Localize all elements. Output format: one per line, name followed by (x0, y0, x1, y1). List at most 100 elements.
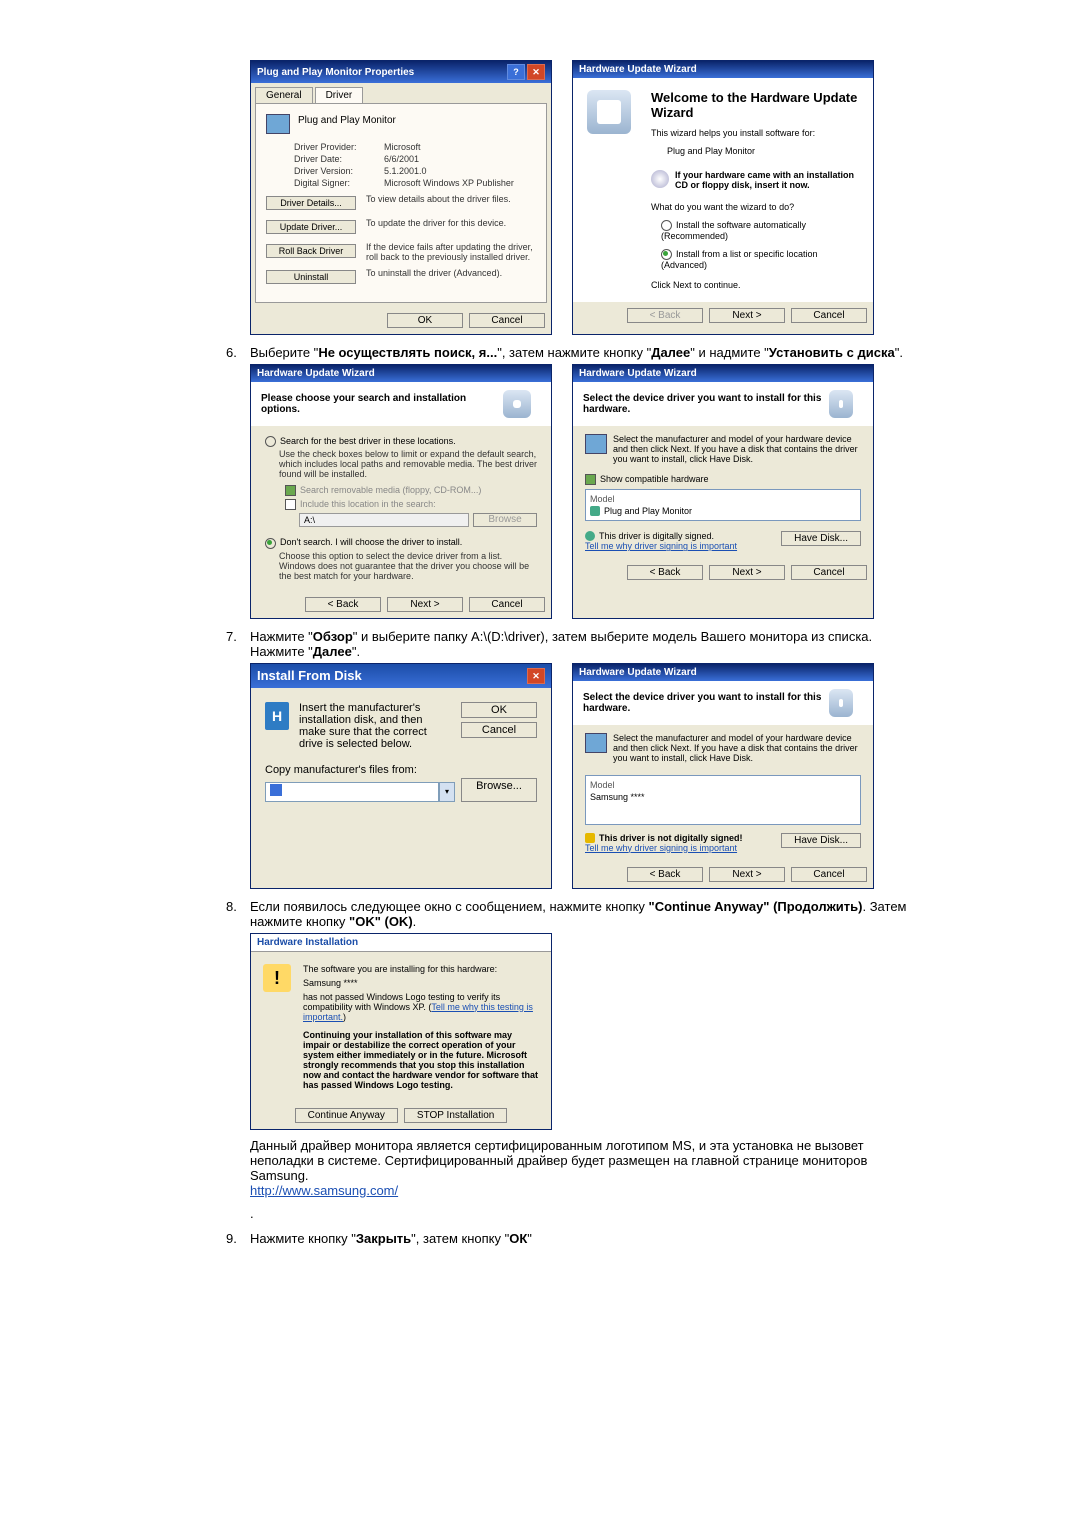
step-number: 6. (226, 345, 250, 360)
floppy-icon (270, 784, 282, 796)
signing-link[interactable]: Tell me why driver signing is important (585, 843, 743, 853)
titlebar: Hardware Update Wizard (573, 61, 873, 78)
back-button[interactable]: < Back (627, 867, 703, 882)
step-number: 9. (226, 1231, 250, 1246)
cb-compatible[interactable] (585, 474, 596, 485)
continue-anyway-button[interactable]: Continue Anyway (295, 1108, 398, 1123)
path-field: A:\ (299, 513, 469, 527)
date-label: Driver Date: (294, 154, 384, 164)
disk-icon: H (265, 702, 289, 730)
browse-button[interactable]: Browse... (461, 778, 537, 802)
tab-general[interactable]: General (255, 87, 313, 103)
next-button[interactable]: Next > (387, 597, 463, 612)
provider-value: Microsoft (384, 142, 421, 152)
radio-advanced[interactable] (661, 249, 672, 260)
provider-label: Driver Provider: (294, 142, 384, 152)
click-next: Click Next to continue. (651, 280, 861, 290)
dialog-title: Hardware Update Wizard (579, 64, 697, 75)
back-button[interactable]: < Back (627, 565, 703, 580)
stop-installation-button[interactable]: STOP Installation (404, 1108, 507, 1123)
samsung-link[interactable]: http://www.samsung.com/ (250, 1183, 398, 1198)
wizard-line1: This wizard helps you install software f… (651, 128, 861, 138)
model-header: Model (590, 780, 856, 790)
titlebar: Plug and Play Monitor Properties ? ✕ (251, 61, 551, 83)
version-value: 5.1.2001.0 (384, 166, 427, 176)
unsigned-text: This driver is not digitally signed! (599, 833, 743, 843)
driver-details-button[interactable]: Driver Details... (266, 196, 356, 210)
update-driver-button[interactable]: Update Driver... (266, 220, 356, 234)
wizard-icon (587, 90, 631, 134)
step-7: 7. Нажмите "Обзор" и выберите папку A:\(… (160, 629, 920, 659)
radio-auto[interactable] (661, 220, 672, 231)
paragraph-dot: . (160, 1206, 920, 1221)
version-label: Driver Version: (294, 166, 384, 176)
model-value: Samsung **** (590, 792, 856, 802)
select-heading: Select the device driver you want to ins… (583, 393, 829, 415)
help-icon[interactable]: ? (507, 64, 525, 80)
copy-label: Copy manufacturer's files from: (265, 764, 537, 776)
step-9: 9. Нажмите кнопку "Закрыть", затем кнопк… (160, 1231, 920, 1246)
dialog-title: Plug and Play Monitor Properties (257, 67, 414, 78)
close-icon[interactable]: ✕ (527, 668, 545, 684)
wizard-icon (829, 689, 853, 717)
opt-dont-search: Don't search. I will choose the driver t… (280, 537, 462, 547)
uninstall-desc: To uninstall the driver (Advanced). (366, 268, 536, 278)
rollback-driver-desc: If the device fails after updating the d… (366, 242, 536, 262)
ok-button[interactable]: OK (461, 702, 537, 718)
close-icon[interactable]: ✕ (527, 64, 545, 80)
dialog-title: Hardware Update Wizard (257, 368, 375, 379)
hardware-installation-warning: Hardware Installation ! The software you… (250, 933, 552, 1130)
next-button[interactable]: Next > (709, 867, 785, 882)
dialog-title: Install From Disk (257, 668, 362, 683)
device-icon (585, 434, 607, 454)
path-combo[interactable] (265, 782, 439, 802)
step-8: 8. Если появилось следующее окно с сообщ… (160, 899, 920, 929)
select-heading: Select the device driver you want to ins… (583, 692, 829, 714)
wizard-welcome-heading: Welcome to the Hardware Update Wizard (651, 90, 861, 120)
opt-auto: Install the software automatically (Reco… (661, 220, 806, 241)
model-listbox[interactable]: Model Samsung **** (585, 775, 861, 825)
model-listbox[interactable]: Model Plug and Play Monitor (585, 489, 861, 521)
driver-details-desc: To view details about the driver files. (366, 194, 536, 204)
cd-hint: If your hardware came with an installati… (675, 170, 861, 190)
cancel-button[interactable]: Cancel (461, 722, 537, 738)
device-name: Plug and Play Monitor (298, 115, 396, 126)
radio-search[interactable] (265, 436, 276, 447)
back-button[interactable]: < Back (305, 597, 381, 612)
tab-driver[interactable]: Driver (315, 87, 364, 103)
ok-button[interactable]: OK (387, 313, 463, 328)
select-driver-dialog-2: Hardware Update Wizard Select the device… (572, 663, 874, 889)
have-disk-button[interactable]: Have Disk... (781, 531, 861, 546)
radio-dont-search[interactable] (265, 538, 276, 549)
signed-text: This driver is digitally signed. (599, 531, 714, 541)
cb-removable (285, 485, 296, 496)
chevron-down-icon[interactable]: ▾ (439, 782, 455, 802)
opt-dont-search-desc: Choose this option to select the device … (279, 551, 537, 581)
warn-body: Continuing your installation of this sof… (303, 1030, 539, 1090)
have-disk-button[interactable]: Have Disk... (781, 833, 861, 848)
warn-line1: The software you are installing for this… (303, 964, 539, 974)
cert-icon (590, 506, 600, 516)
cancel-button[interactable]: Cancel (791, 565, 867, 580)
next-button[interactable]: Next > (709, 565, 785, 580)
signer-value: Microsoft Windows XP Publisher (384, 178, 514, 188)
dialog-title: Hardware Update Wizard (579, 667, 697, 678)
cancel-button[interactable]: Cancel (469, 313, 545, 328)
wizard-icon (829, 390, 853, 418)
model-header: Model (590, 494, 856, 504)
search-heading: Please choose your search and installati… (261, 393, 503, 415)
warning-icon (585, 833, 595, 843)
step-number: 7. (226, 629, 250, 659)
cancel-button[interactable]: Cancel (791, 867, 867, 882)
uninstall-button[interactable]: Uninstall (266, 270, 356, 284)
update-driver-desc: To update the driver for this device. (366, 218, 536, 228)
hardware-update-wizard-welcome: Hardware Update Wizard Welcome to the Ha… (572, 60, 874, 335)
cancel-button[interactable]: Cancel (469, 597, 545, 612)
next-button[interactable]: Next > (709, 308, 785, 323)
cancel-button[interactable]: Cancel (791, 308, 867, 323)
wizard-icon (503, 390, 531, 418)
dialog-title: Hardware Update Wizard (579, 368, 697, 379)
monitor-properties-dialog: Plug and Play Monitor Properties ? ✕ Gen… (250, 60, 552, 335)
signing-link[interactable]: Tell me why driver signing is important (585, 541, 737, 551)
rollback-driver-button[interactable]: Roll Back Driver (266, 244, 356, 258)
